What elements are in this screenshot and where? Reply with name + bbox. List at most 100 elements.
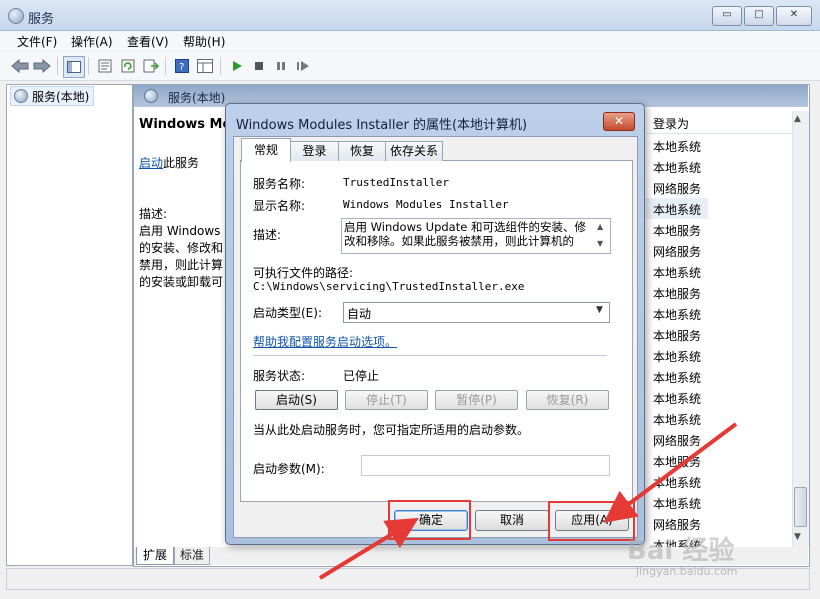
logon-cell[interactable]: 本地系统 [653, 159, 733, 176]
logon-cell[interactable]: 网络服务 [653, 243, 733, 260]
tab-recovery[interactable]: 恢复 [338, 141, 386, 161]
scroll-down-icon[interactable]: ▼ [597, 239, 603, 248]
resume-button[interactable]: 恢复(R) [526, 390, 609, 410]
description-text: 启用 Windows Update 和可选组件的安装、修改和移除。如果此服务被禁… [344, 220, 586, 248]
executable-path-value: C:\Windows\servicing\TrustedInstaller.ex… [253, 280, 525, 293]
divider [253, 355, 607, 357]
refresh-icon[interactable] [118, 56, 138, 76]
logon-cell[interactable]: 本地系统 [653, 264, 733, 281]
logon-cell[interactable]: 本地系统 [653, 348, 733, 365]
help-icon[interactable]: ? [172, 56, 192, 76]
play-icon[interactable] [227, 56, 247, 76]
baidu-watermark-logo: Bai 经验 [627, 536, 735, 566]
properties-icon[interactable] [95, 56, 115, 76]
tree-item-label: 服务(本地) [32, 90, 90, 104]
scrollbar-thumb[interactable] [794, 487, 807, 527]
display-name-label: 显示名称: [253, 199, 306, 213]
stop-button[interactable]: 停止(T) [345, 390, 428, 410]
chevron-down-icon[interactable]: ▼ [596, 305, 603, 315]
annotation-highlight-ok [388, 500, 471, 540]
scroll-up-icon[interactable]: ▲ [597, 222, 603, 231]
services-gear-icon [14, 89, 28, 103]
scroll-down-icon[interactable]: ▼ [794, 532, 801, 542]
logon-cell[interactable]: 本地系统 [653, 201, 733, 218]
logon-cell[interactable]: 本地系统 [653, 369, 733, 386]
startup-type-label: 启动类型(E): [253, 306, 322, 320]
service-description-line: 的安装或卸载可 [139, 275, 224, 289]
selected-service-name: Windows Mod [139, 117, 227, 132]
start-parameters-label: 启动参数(M): [253, 462, 325, 476]
help-configure-startup-link[interactable]: 帮助我配置服务启动选项。 [253, 333, 397, 350]
startup-type-value: 自动 [347, 307, 372, 321]
tab-logon[interactable]: 登录 [290, 141, 339, 161]
minimize-button[interactable]: ▭ [712, 6, 742, 26]
scroll-up-icon[interactable]: ▲ [794, 114, 801, 124]
start-parameters-input[interactable] [361, 455, 610, 476]
service-name-value: TrustedInstaller [343, 176, 449, 189]
start-button[interactable]: 启动(S) [255, 390, 338, 410]
display-name-value: Windows Modules Installer [343, 198, 509, 211]
logon-cell[interactable]: 网络服务 [653, 180, 733, 197]
description-label: 描述: [253, 228, 282, 242]
close-window-button[interactable]: ✕ [776, 6, 812, 26]
tab-dependencies[interactable]: 依存关系 [385, 141, 443, 161]
logon-cell[interactable]: 本地系统 [653, 390, 733, 407]
menu-view[interactable]: 查看(V) [127, 33, 169, 50]
executable-path-label: 可执行文件的路径: [253, 266, 354, 280]
logon-cell[interactable]: 本地系统 [653, 474, 733, 491]
logon-cell[interactable]: 本地服务 [653, 285, 733, 302]
logon-cell[interactable]: 本地系统 [653, 495, 733, 512]
service-description-label: 描述: [139, 207, 168, 221]
logon-cell[interactable]: 本地服务 [653, 327, 733, 344]
menu-action[interactable]: 操作(A) [71, 33, 113, 50]
tab-general[interactable]: 常规 [241, 138, 291, 162]
service-status-value: 已停止 [343, 369, 380, 383]
logon-cell[interactable]: 本地系统 [653, 411, 733, 428]
window-titlebar [0, 0, 820, 31]
toolbar-separator [165, 57, 166, 75]
start-service-link-suffix: 此服务 [163, 156, 200, 170]
logon-cell[interactable]: 网络服务 [653, 432, 733, 449]
services-app-icon [8, 8, 24, 24]
service-description-line: 的安装、修改和 [139, 241, 224, 255]
start-service-link[interactable]: 启动 [139, 154, 163, 171]
service-name-label: 服务名称: [253, 177, 306, 191]
annotation-highlight-apply [548, 501, 635, 541]
dialog-title: Windows Modules Installer 的属性(本地计算机) [236, 118, 528, 133]
logon-cell[interactable]: 本地系统 [653, 306, 733, 323]
export-list-icon[interactable] [141, 56, 161, 76]
dialog-close-button[interactable]: ✕ [603, 112, 635, 131]
back-arrow-icon[interactable] [10, 56, 30, 76]
services-panel-title: 服务(本地) [168, 91, 226, 105]
maximize-button[interactable]: □ [744, 6, 774, 26]
pause-icon[interactable] [271, 56, 291, 76]
console-tree-icon[interactable] [63, 56, 85, 78]
window-title: 服务 [28, 12, 55, 27]
details-icon[interactable] [195, 56, 215, 76]
startup-type-select[interactable] [343, 302, 610, 323]
service-status-label: 服务状态: [253, 369, 306, 383]
start-parameters-hint: 当从此处启动服务时，您可指定所适用的启动参数。 [253, 423, 530, 437]
baidu-watermark-url: jingyan.baidu.com [636, 565, 738, 578]
forward-arrow-icon[interactable] [32, 56, 52, 76]
column-header-logon-label: 登录为 [653, 117, 690, 131]
cancel-button[interactable]: 取消 [475, 510, 549, 531]
vertical-scrollbar[interactable] [792, 111, 809, 547]
stop-icon[interactable] [249, 56, 269, 76]
toolbar-separator [57, 57, 58, 75]
svg-text:?: ? [179, 62, 184, 73]
toolbar-separator [220, 57, 221, 75]
toolbar-separator [88, 57, 89, 75]
menu-file[interactable]: 文件(F) [17, 33, 57, 50]
console-tree-panel [6, 84, 133, 566]
restart-icon[interactable] [293, 56, 313, 76]
logon-cell[interactable]: 本地服务 [653, 453, 733, 470]
logon-cell[interactable]: 本地服务 [653, 222, 733, 239]
menu-bar [0, 31, 820, 51]
menu-help[interactable]: 帮助(H) [183, 33, 225, 50]
logon-cell[interactable]: 本地系统 [653, 138, 733, 155]
tab-extended[interactable]: 扩展 [136, 547, 174, 565]
tab-standard[interactable]: 标准 [174, 547, 210, 565]
pause-button[interactable]: 暂停(P) [435, 390, 518, 410]
services-gear-icon [144, 89, 158, 103]
